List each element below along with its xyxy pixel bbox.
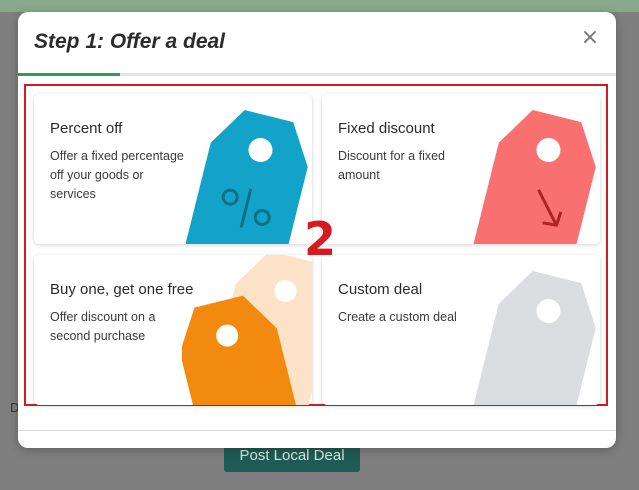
deal-card-percent-off[interactable]: Percent off Offer a fixed percentage off… <box>34 94 312 244</box>
page-backdrop-header <box>0 0 639 12</box>
percent-tag-icon <box>184 110 308 244</box>
modal-header: Step 1: Offer a deal × <box>18 12 616 74</box>
offer-deal-modal: Step 1: Offer a deal × Percent off Offer… <box>18 12 616 448</box>
blank-tag-icon <box>472 271 596 405</box>
step-progress-fill <box>18 73 120 76</box>
step-progress-bar <box>18 73 616 76</box>
deal-card-title: Fixed discount <box>338 120 435 137</box>
modal-title: Step 1: Offer a deal <box>34 30 226 53</box>
deal-card-description: Discount for a fixed amount <box>338 149 445 182</box>
deal-card-description: Offer a fixed percentage off your goods … <box>50 149 184 201</box>
deal-card-title: Custom deal <box>338 281 423 298</box>
deal-card-description: Offer discount on a second purchase <box>50 310 156 343</box>
deal-type-grid: Percent off Offer a fixed percentage off… <box>24 84 608 406</box>
deal-card-description: Create a custom deal <box>338 310 457 324</box>
step-annotation-number: 2 <box>304 212 337 266</box>
modal-footer-divider <box>18 430 616 431</box>
deal-card-buy-one-get-one[interactable]: Buy one, get one free Offer discount on … <box>34 255 312 405</box>
discount-arrow-tag-icon <box>472 110 596 244</box>
deal-card-title: Percent off <box>50 120 123 137</box>
deal-card-fixed-discount[interactable]: Fixed discount Discount for a fixed amou… <box>322 94 600 244</box>
double-tag-icon <box>182 255 312 405</box>
deal-card-custom-deal[interactable]: Custom deal Create a custom deal <box>322 255 600 405</box>
close-button[interactable]: × <box>578 26 602 50</box>
deal-card-title: Buy one, get one free <box>50 281 194 298</box>
